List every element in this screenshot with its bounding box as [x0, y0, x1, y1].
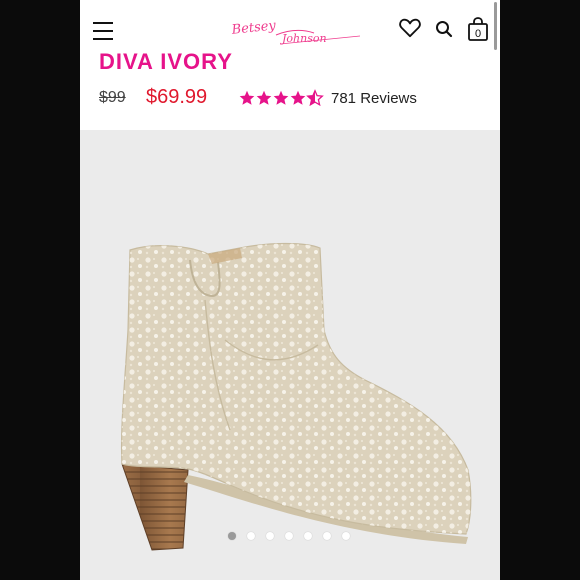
product-page: Betsey Johnson 0 DIVA IVORY $99 $69.99 7… [80, 0, 500, 580]
brand-logo[interactable]: Betsey Johnson [230, 18, 362, 51]
product-title: DIVA IVORY [99, 49, 233, 74]
carousel-dot[interactable] [342, 532, 350, 540]
carousel-dot[interactable] [228, 532, 236, 540]
site-header: Betsey Johnson 0 [80, 0, 500, 56]
cart-count: 0 [475, 28, 481, 40]
betsey-johnson-logo-icon: Betsey Johnson [230, 18, 361, 45]
search-icon[interactable] [435, 20, 453, 43]
carousel-dot[interactable] [247, 532, 255, 540]
star-icon [239, 90, 255, 105]
boot-image [120, 242, 472, 551]
star-rating[interactable] [239, 88, 325, 108]
shopping-bag-icon[interactable]: 0 [467, 16, 489, 47]
sale-price: $69.99 [146, 86, 208, 108]
logo-word-betsey: Betsey [230, 18, 277, 38]
carousel-dot[interactable] [266, 532, 274, 540]
heart-icon[interactable] [399, 18, 421, 43]
carousel-dot[interactable] [285, 532, 293, 540]
product-image-gallery[interactable] [80, 130, 500, 580]
star-icon [290, 90, 306, 105]
original-price: $99 [99, 89, 126, 106]
star-icon [273, 90, 289, 105]
half-star-icon [307, 90, 323, 106]
reviews-link[interactable]: 781 Reviews [331, 90, 417, 107]
star-icon [256, 90, 272, 105]
price-row: $99 $69.99 781 Reviews [99, 86, 499, 114]
hamburger-menu-icon[interactable] [93, 22, 113, 40]
carousel-dot[interactable] [304, 532, 312, 540]
carousel-dot[interactable] [323, 532, 331, 540]
